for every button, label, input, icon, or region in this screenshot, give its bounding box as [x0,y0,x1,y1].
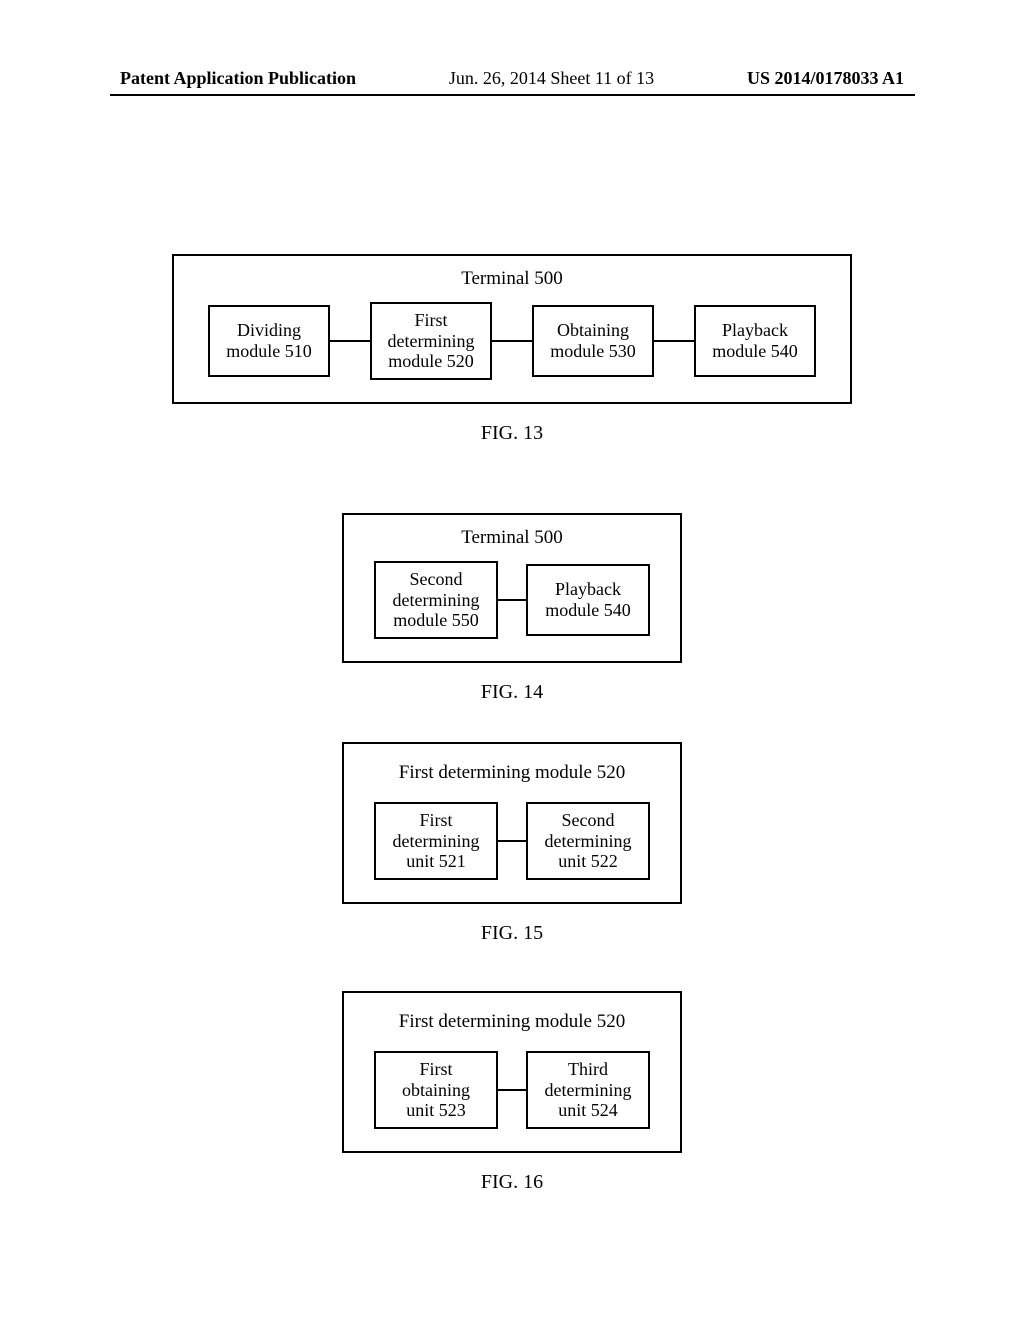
label: unit 521 [406,851,466,872]
fig16-row: First obtaining unit 523 Third determini… [344,1051,680,1129]
label: First [419,1059,452,1080]
fig16-caption: FIG. 16 [0,1171,1024,1194]
obtaining-module-530: Obtaining module 530 [532,305,654,377]
fig14-row: Second determining module 550 Playback m… [344,561,680,639]
label: module 530 [550,341,636,362]
playback-module-540: Playback module 540 [526,564,650,636]
label: Second [562,810,615,831]
fig13-row: Dividing module 510 First determining mo… [174,302,850,380]
fig14-caption: FIG. 14 [0,681,1024,704]
connector-line [498,1089,526,1091]
second-determining-unit-522: Second determining unit 522 [526,802,650,880]
first-determining-module-520-box: First determining module 520 First obtai… [342,991,682,1153]
label: unit 524 [558,1100,618,1121]
page-header: Patent Application Publication Jun. 26, … [0,68,1024,89]
terminal-500-title: Terminal 500 [174,264,850,302]
label: module 510 [226,341,312,362]
fig13-caption: FIG. 13 [0,422,1024,445]
label: determining [545,831,632,852]
connector-line [498,599,526,601]
label: Second [410,569,463,590]
label: obtaining [402,1080,470,1101]
first-determining-module-520: First determining module 520 [370,302,492,380]
label: module 550 [393,610,479,631]
label: Playback [555,579,621,600]
figure-15: First determining module 520 First deter… [0,742,1024,945]
connector-line [654,340,694,342]
label: unit 523 [406,1100,466,1121]
first-determining-unit-521: First determining unit 521 [374,802,498,880]
connector-line [330,340,370,342]
label: module 520 [388,351,474,372]
header-right: US 2014/0178033 A1 [747,68,904,89]
header-center: Jun. 26, 2014 Sheet 11 of 13 [449,68,654,89]
figure-16: First determining module 520 First obtai… [0,991,1024,1194]
fig15-row: First determining unit 521 Second determ… [344,802,680,880]
second-determining-module-550: Second determining module 550 [374,561,498,639]
fig15-caption: FIG. 15 [0,922,1024,945]
label: module 540 [545,600,631,621]
label: determining [393,590,480,611]
header-left: Patent Application Publication [120,68,356,89]
label: First [419,810,452,831]
label: module 540 [712,341,798,362]
header-rule [110,94,915,96]
terminal-500-title: Terminal 500 [344,523,680,561]
label: unit 522 [558,851,618,872]
third-determining-unit-524: Third determining unit 524 [526,1051,650,1129]
first-determining-module-520-title: First determining module 520 [344,758,680,802]
terminal-500-box: Terminal 500 Second determining module 5… [342,513,682,663]
connector-line [492,340,532,342]
label: Dividing [237,320,301,341]
first-determining-module-520-box: First determining module 520 First deter… [342,742,682,904]
dividing-module-510: Dividing module 510 [208,305,330,377]
label: Playback [722,320,788,341]
figure-14: Terminal 500 Second determining module 5… [0,513,1024,704]
connector-line [498,840,526,842]
playback-module-540: Playback module 540 [694,305,816,377]
label: determining [393,831,480,852]
label: Third [568,1059,608,1080]
label: determining [545,1080,632,1101]
first-determining-module-520-title: First determining module 520 [344,1007,680,1051]
figure-13: Terminal 500 Dividing module 510 First d… [0,254,1024,445]
label: First [414,310,447,331]
first-obtaining-unit-523: First obtaining unit 523 [374,1051,498,1129]
terminal-500-box: Terminal 500 Dividing module 510 First d… [172,254,852,404]
label: determining [388,331,475,352]
label: Obtaining [557,320,629,341]
